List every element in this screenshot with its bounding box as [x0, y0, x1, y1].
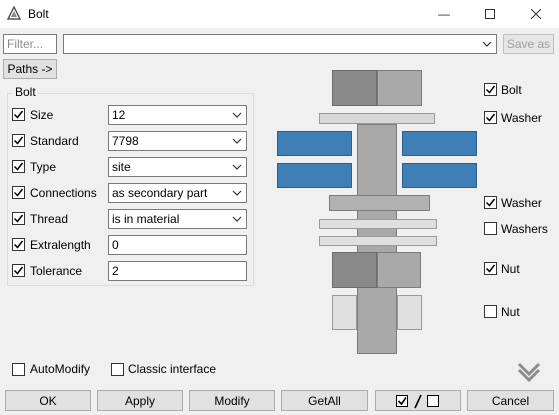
size-label: Size: [30, 108, 54, 122]
bolt-label: Bolt: [501, 83, 522, 97]
expand-chevron-icon[interactable]: [516, 360, 542, 382]
size-select[interactable]: 12: [108, 105, 247, 125]
nut-2-label: Nut: [501, 305, 520, 319]
extralength-checkbox[interactable]: [12, 238, 25, 251]
thread-value: is in material: [112, 212, 180, 226]
minimize-icon: —: [438, 7, 450, 21]
connections-select[interactable]: as secondary part: [108, 183, 247, 203]
connections-value: as secondary part: [112, 186, 208, 200]
getall-button[interactable]: GetAll: [281, 390, 368, 411]
thread-checkbox[interactable]: [12, 212, 25, 225]
type-value: site: [112, 160, 131, 174]
window-title: Bolt: [28, 7, 49, 21]
washer-mid-checkbox[interactable]: [484, 196, 497, 209]
washers-lower[interactable]: [319, 236, 437, 246]
washer-middle[interactable]: [329, 195, 430, 211]
nut-1-right[interactable]: [377, 252, 421, 288]
nut-2-checkbox[interactable]: [484, 305, 497, 318]
checkmark-icon: [13, 136, 24, 145]
standard-checkbox[interactable]: [12, 134, 25, 147]
bolt-group-title: Bolt: [13, 85, 38, 99]
automodify-label: AutoModify: [30, 362, 91, 376]
connections-label: Connections: [30, 186, 97, 200]
chevron-down-icon: [232, 216, 242, 222]
washer-top[interactable]: [319, 113, 435, 124]
washers-upper[interactable]: [319, 219, 437, 229]
checkmark-icon: [485, 198, 496, 207]
checkmark-icon: [13, 240, 24, 249]
save-as-button[interactable]: Save as: [503, 34, 554, 54]
plate-lower-right: [402, 163, 477, 188]
check-uncheck-icon: [396, 394, 439, 409]
nut-1-left[interactable]: [332, 252, 377, 288]
minimize-button[interactable]: —: [421, 0, 467, 28]
checkmark-icon: [13, 188, 24, 197]
checkmark-icon: [485, 113, 496, 122]
checkmark-icon: [13, 214, 24, 223]
extralength-value: 0: [112, 238, 119, 252]
tolerance-value: 2: [112, 264, 119, 278]
standard-label: Standard: [30, 134, 79, 148]
plate-upper-right: [402, 131, 477, 156]
nut-1-checkbox[interactable]: [484, 262, 497, 275]
bolt-head-right[interactable]: [377, 70, 422, 106]
close-button[interactable]: [513, 0, 559, 28]
chevron-down-icon: [482, 41, 492, 47]
size-checkbox[interactable]: [12, 108, 25, 121]
standard-select[interactable]: 7798: [108, 131, 247, 151]
chevron-down-icon: [232, 164, 242, 170]
type-checkbox[interactable]: [12, 160, 25, 173]
bolt-head-left[interactable]: [332, 70, 377, 106]
size-value: 12: [112, 108, 126, 122]
maximize-icon: [485, 9, 495, 19]
bolt-diagram: [270, 64, 482, 364]
washer-mid-label: Washer: [501, 196, 542, 210]
chevron-down-icon: [232, 112, 242, 118]
classic-interface-label: Classic interface: [128, 362, 217, 376]
plate-lower-left: [277, 163, 352, 188]
checkmark-icon: [485, 85, 496, 94]
washers-checkbox[interactable]: [484, 222, 497, 235]
tolerance-checkbox[interactable]: [12, 264, 25, 277]
app-icon: [7, 6, 21, 20]
extralength-label: Extralength: [30, 238, 91, 252]
extralength-input[interactable]: 0: [108, 235, 247, 255]
washer-top-checkbox[interactable]: [484, 111, 497, 124]
checkmark-icon: [13, 266, 24, 275]
connections-checkbox[interactable]: [12, 186, 25, 199]
checkmark-icon: [13, 110, 24, 119]
filter-input[interactable]: Filter...: [3, 34, 57, 54]
chevron-down-icon: [232, 190, 242, 196]
toggle-all-button[interactable]: [375, 390, 461, 411]
washer-top-label: Washer: [501, 111, 542, 125]
type-select[interactable]: site: [108, 157, 247, 177]
chevron-down-icon: [232, 138, 242, 144]
apply-button[interactable]: Apply: [97, 390, 183, 411]
filter-placeholder: Filter...: [7, 37, 44, 51]
plate-upper-left: [277, 131, 352, 156]
paths-button[interactable]: Paths ->: [3, 59, 57, 79]
thread-label: Thread: [30, 212, 69, 226]
thread-select[interactable]: is in material: [108, 209, 247, 229]
classic-interface-checkbox[interactable]: [111, 363, 124, 376]
close-icon: [531, 9, 541, 19]
cancel-button[interactable]: Cancel: [467, 390, 554, 411]
tolerance-input[interactable]: 2: [108, 261, 247, 281]
nut-2-left[interactable]: [332, 295, 357, 330]
checkmark-icon: [485, 264, 496, 273]
nut-1-label: Nut: [501, 262, 520, 276]
title-bar: Bolt —: [0, 0, 559, 28]
maximize-button[interactable]: [467, 0, 513, 28]
checkmark-icon: [13, 162, 24, 171]
bolt-checkbox[interactable]: [484, 83, 497, 96]
modify-button[interactable]: Modify: [189, 390, 275, 411]
type-label: Type: [30, 160, 57, 174]
washers-label: Washers: [501, 222, 548, 236]
automodify-checkbox[interactable]: [12, 363, 25, 376]
ok-button[interactable]: OK: [5, 390, 91, 411]
nut-2-right[interactable]: [397, 295, 422, 330]
preset-select[interactable]: [63, 34, 497, 54]
tolerance-label: Tolerance: [30, 264, 83, 278]
standard-value: 7798: [112, 134, 139, 148]
